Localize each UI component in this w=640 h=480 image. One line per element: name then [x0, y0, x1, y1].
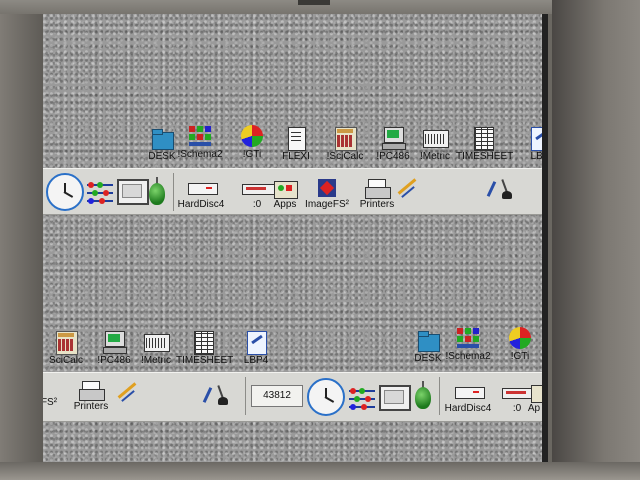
calculator-icon [332, 126, 358, 151]
monitor-bezel-top [0, 0, 640, 14]
pie-chart-icon [239, 124, 265, 148]
icon-label: !Schema2 [445, 351, 491, 362]
acorn-icon[interactable] [415, 387, 431, 409]
icon-label: TIMESHEET [456, 151, 514, 162]
abacus-icon[interactable] [349, 387, 375, 410]
monitor-icon[interactable] [379, 385, 411, 411]
pen-ink-icon [486, 177, 516, 199]
clock-icon[interactable] [307, 378, 345, 416]
sheet-icon [190, 330, 216, 355]
desktop-icon-gti-2[interactable]: !GTi [493, 326, 547, 362]
desktop-icon-scicalc-2[interactable]: SciCalc [43, 330, 93, 366]
iconbar-item-draw-2[interactable] [109, 382, 145, 405]
iconbar-bottom: FS² Printers 43812 [43, 372, 548, 422]
iconbar-item-edit-2[interactable] [195, 383, 239, 405]
sheet-icon [470, 126, 496, 151]
acorn-icon[interactable] [149, 183, 165, 205]
desktop-icon-timesheet-2[interactable]: TIMESHEET [176, 330, 234, 366]
icon-label: TIMESHEET [176, 355, 234, 366]
schema-icon [455, 326, 481, 350]
iconbar-item-harddisc4[interactable]: HardDisc4 [173, 177, 229, 210]
iconbar-divider [245, 377, 246, 415]
ruler-icon [143, 330, 170, 354]
icon-label: FLEXI [282, 151, 310, 162]
desktop-icon-scicalc[interactable]: !SciCalc [318, 126, 372, 162]
desktop-icon-metric[interactable]: !Metric [408, 126, 462, 162]
monitor-bezel-bottom [0, 462, 640, 480]
clock-icon[interactable] [46, 173, 84, 211]
icon-label: LBP4 [243, 355, 269, 366]
monitor-logo [298, 0, 330, 5]
iconbar-item-label: HardDisc4 [444, 403, 492, 414]
icon-label: SciCalc [49, 355, 83, 366]
document-icon [283, 126, 309, 151]
pc-icon [380, 126, 406, 150]
folder-icon [149, 126, 175, 150]
monitor-bezel-right [552, 0, 640, 480]
desktop-icon-timesheet[interactable]: TIMESHEET [456, 126, 514, 162]
desktop-icon-flexi[interactable]: FLEXI [269, 126, 323, 162]
desktop-icon-lbp4[interactable]: LBP4 [229, 330, 283, 366]
imagefs-icon [312, 177, 342, 199]
apps-icon [270, 177, 300, 199]
icon-label: !Metric [141, 355, 171, 366]
desktop-icon-metric-2[interactable]: !Metric [129, 330, 183, 366]
iconbar-item-imagefs[interactable]: ImageFS² [299, 177, 355, 210]
iconbar-item-harddisc4-2[interactable]: HardDisc4 [440, 381, 496, 414]
imagefs-icon [43, 385, 64, 397]
iconbar-item-label: ImageFS² [305, 199, 349, 210]
screen-edge-shadow [542, 14, 548, 462]
monitor-icon[interactable] [117, 179, 149, 205]
icon-label: !GTi [510, 351, 530, 362]
schema-icon [187, 124, 213, 148]
ruler-icon [422, 126, 449, 150]
iconbar-item-label: HardDisc4 [177, 199, 225, 210]
icon-label: !SciCalc [326, 151, 364, 162]
desktop-icon-schema2-2[interactable]: !Schema2 [441, 326, 495, 362]
desktop-screen: DESK !Schema2 !GTi FLEXI !SciCalc !PC486… [43, 14, 548, 462]
lbp-icon [243, 330, 269, 355]
hard-disc-icon [453, 381, 485, 403]
abacus-icon[interactable] [87, 181, 113, 204]
free-space-display[interactable]: 43812 [251, 385, 303, 407]
calculator-icon [53, 330, 79, 355]
folder-icon [415, 328, 441, 352]
draw-icon [112, 382, 142, 405]
icon-label: !Metric [420, 151, 450, 162]
printer-icon [76, 379, 106, 401]
hard-disc-icon [186, 177, 218, 199]
printer-icon [362, 177, 392, 199]
iconbar-top: HardDisc4 :0 Apps ImageFS² Printers [43, 168, 548, 215]
pc-icon [101, 330, 127, 354]
iconbar-item-draw[interactable] [389, 178, 425, 201]
iconbar-item-edit[interactable] [479, 177, 523, 199]
desktop-icon-schema2[interactable]: !Schema2 [173, 124, 227, 160]
pen-ink-icon [202, 383, 232, 405]
icon-label: !Schema2 [177, 149, 223, 160]
monitor-bezel-left [0, 0, 43, 480]
draw-icon [392, 178, 422, 201]
pie-chart-icon [507, 326, 533, 350]
